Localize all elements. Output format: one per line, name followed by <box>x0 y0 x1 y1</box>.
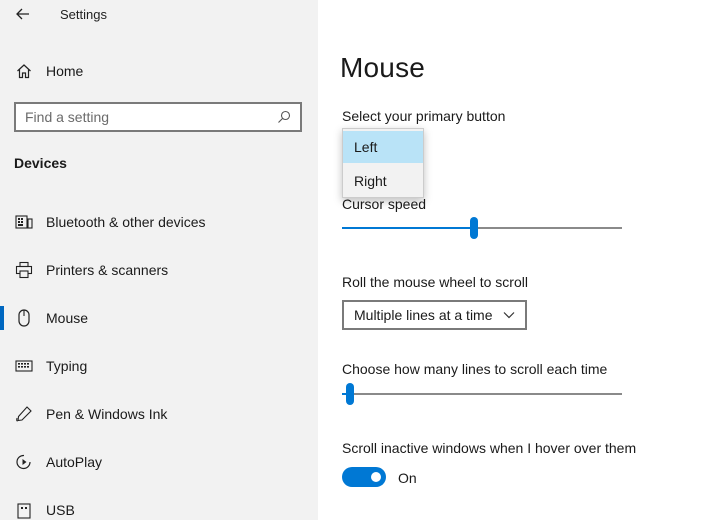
option-left[interactable]: Left <box>343 131 423 163</box>
mouse-icon <box>14 308 34 328</box>
scroll-mode-label: Roll the mouse wheel to scroll <box>342 274 528 290</box>
sidebar-item-label: Typing <box>46 358 88 374</box>
bluetooth-keyboard-icon <box>14 212 34 232</box>
slider-track <box>342 393 622 395</box>
sidebar-item-label: Pen & Windows Ink <box>46 406 168 422</box>
section-title: Devices <box>14 155 67 171</box>
back-arrow-icon <box>16 8 29 20</box>
sidebar-item-bluetooth[interactable]: Bluetooth & other devices <box>0 202 318 242</box>
home-icon <box>14 61 34 81</box>
inactive-scroll-label: Scroll inactive windows when I hover ove… <box>342 440 637 456</box>
back-button[interactable] <box>10 3 36 25</box>
search-icon[interactable] <box>272 105 296 129</box>
usb-icon <box>14 500 34 520</box>
cursor-speed-label: Cursor speed <box>342 196 427 212</box>
sidebar-item-label: AutoPlay <box>46 454 103 470</box>
scroll-mode-value: Multiple lines at a time <box>354 307 493 323</box>
title-bar: Settings <box>0 0 318 30</box>
main-content: Mouse Select your primary button Cursor … <box>318 0 723 520</box>
sidebar-item-mouse[interactable]: Mouse <box>0 298 318 338</box>
toggle-state-label: On <box>398 470 417 486</box>
sidebar-item-home[interactable]: Home <box>0 56 318 86</box>
sidebar-item-autoplay[interactable]: AutoPlay <box>0 442 318 482</box>
autoplay-icon <box>14 452 34 472</box>
primary-button-dropdown-menu: Left Right <box>342 128 424 198</box>
home-label: Home <box>46 63 84 79</box>
pen-icon <box>14 404 34 424</box>
scroll-lines-label: Choose how many lines to scroll each tim… <box>342 361 608 377</box>
sidebar-item-label: Mouse <box>46 310 89 326</box>
inactive-scroll-toggle[interactable] <box>342 467 386 487</box>
slider-fill <box>342 227 474 229</box>
sidebar-item-pen[interactable]: Pen & Windows Ink <box>0 394 318 434</box>
sidebar-item-label: Bluetooth & other devices <box>46 214 206 230</box>
sidebar-item-label: USB <box>46 502 75 518</box>
page-title: Mouse <box>340 52 426 83</box>
slider-thumb[interactable] <box>469 217 478 239</box>
printer-icon <box>14 260 34 280</box>
app-title: Settings <box>60 7 107 22</box>
sidebar-item-typing[interactable]: Typing <box>0 346 318 386</box>
keyboard-icon <box>14 356 34 376</box>
cursor-speed-slider[interactable] <box>342 216 622 240</box>
slider-thumb[interactable] <box>346 383 355 405</box>
scroll-lines-slider[interactable] <box>342 382 622 406</box>
toggle-knob <box>371 472 381 482</box>
search-box[interactable] <box>14 102 302 132</box>
sidebar-item-label: Printers & scanners <box>46 262 169 278</box>
chevron-down-icon <box>499 305 519 325</box>
sidebar: Settings Home Devices Bluetooth & other … <box>0 0 318 520</box>
scroll-mode-dropdown[interactable]: Multiple lines at a time <box>342 300 527 330</box>
option-right[interactable]: Right <box>343 165 423 197</box>
sidebar-item-usb[interactable]: USB <box>0 490 318 520</box>
search-input[interactable] <box>16 104 272 130</box>
sidebar-item-printers[interactable]: Printers & scanners <box>0 250 318 290</box>
primary-button-label: Select your primary button <box>342 108 506 124</box>
